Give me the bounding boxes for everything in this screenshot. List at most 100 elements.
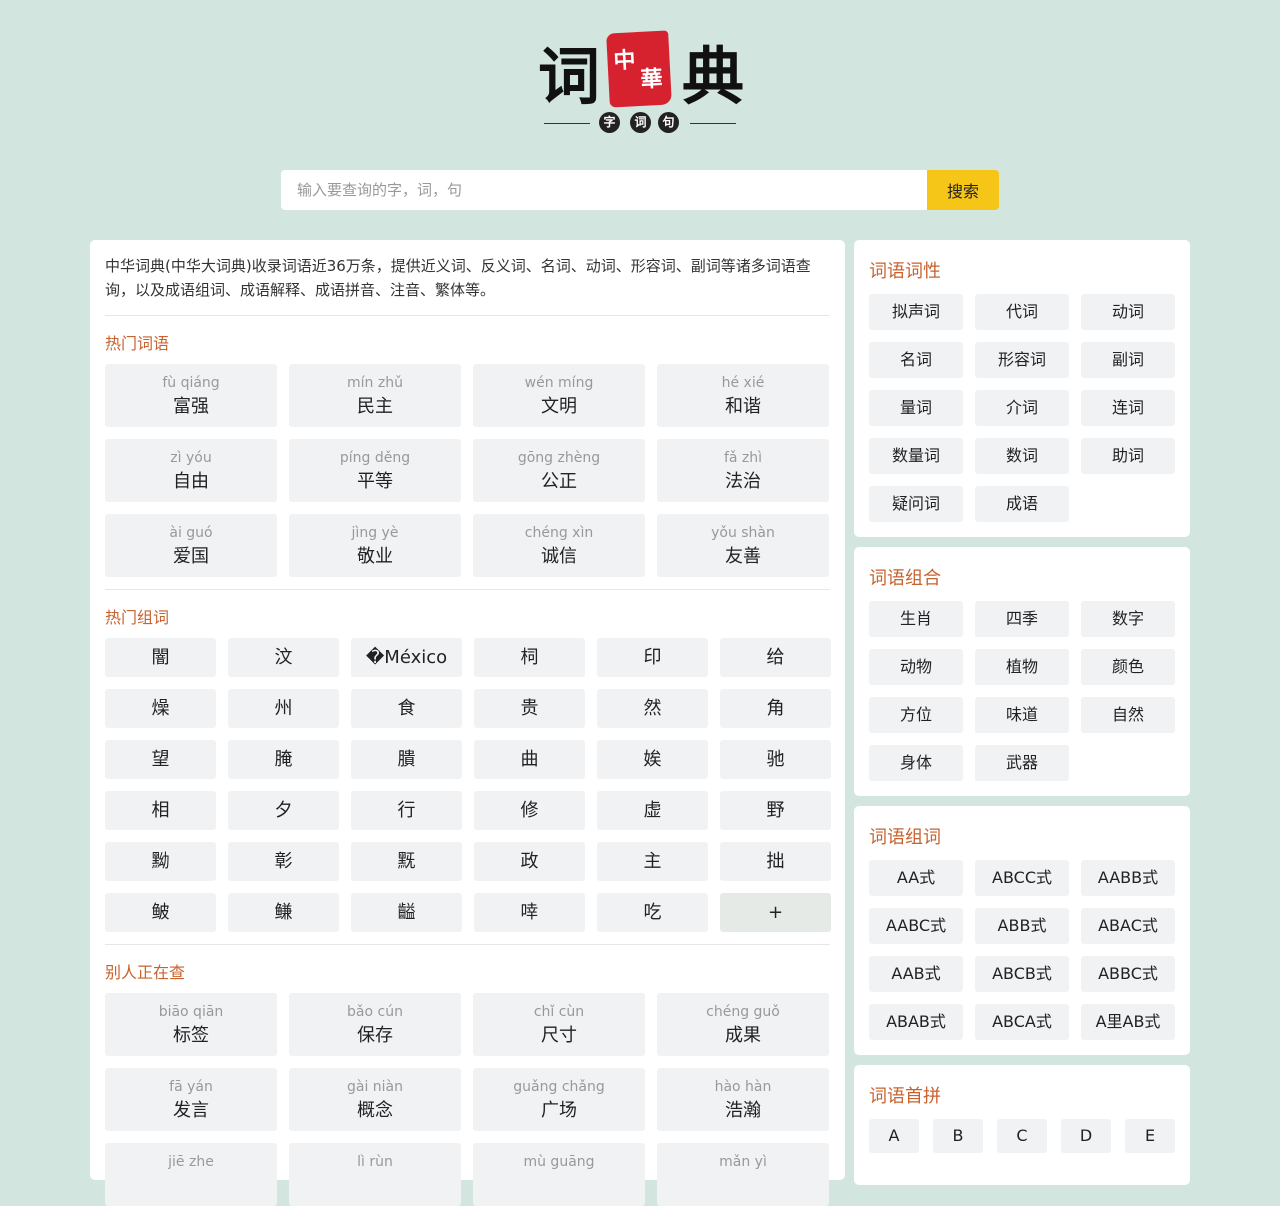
pattern-link[interactable]: ABAB式 <box>869 1004 963 1040</box>
pos-link[interactable]: 连词 <box>1081 390 1175 426</box>
pattern-link[interactable]: A里AB式 <box>1081 1004 1175 1040</box>
initial-letter-link[interactable]: D <box>1061 1119 1111 1153</box>
pos-link[interactable]: 量词 <box>869 390 963 426</box>
pattern-link[interactable]: AAB式 <box>869 956 963 992</box>
more-chars-button[interactable]: + <box>720 893 831 932</box>
hot-char-button[interactable]: 啈 <box>474 893 585 932</box>
combo-link[interactable]: 动物 <box>869 649 963 685</box>
combo-link[interactable]: 身体 <box>869 745 963 781</box>
pos-link[interactable]: 名词 <box>869 342 963 378</box>
hot-char-button[interactable]: 然 <box>597 689 708 728</box>
hot-char-button[interactable]: 娭 <box>597 740 708 779</box>
hot-char-button[interactable]: 相 <box>105 791 216 830</box>
hot-char-button[interactable]: �México <box>351 638 462 677</box>
hot-char-button[interactable]: 夕 <box>228 791 339 830</box>
hot-char-button[interactable]: 拙 <box>720 842 831 881</box>
combo-link[interactable]: 生肖 <box>869 601 963 637</box>
hot-char-button[interactable]: 黖 <box>351 842 462 881</box>
combo-link[interactable]: 颜色 <box>1081 649 1175 685</box>
word-card[interactable]: fǎ zhì 法治 <box>657 439 829 502</box>
word-card[interactable]: jìng yè 敬业 <box>289 514 461 577</box>
word-card[interactable]: guǎng chǎng 广场 <box>473 1068 645 1131</box>
pattern-link[interactable]: AABC式 <box>869 908 963 944</box>
word-card[interactable]: chǐ cùn 尺寸 <box>473 993 645 1056</box>
combo-link[interactable]: 味道 <box>975 697 1069 733</box>
hot-char-button[interactable]: 角 <box>720 689 831 728</box>
hot-char-button[interactable]: 黝 <box>105 842 216 881</box>
pattern-link[interactable]: AABB式 <box>1081 860 1175 896</box>
hot-char-button[interactable]: 主 <box>597 842 708 881</box>
hot-char-button[interactable]: 贵 <box>474 689 585 728</box>
hot-char-button[interactable]: 柌 <box>474 638 585 677</box>
combo-link[interactable]: 方位 <box>869 697 963 733</box>
combo-link[interactable]: 数字 <box>1081 601 1175 637</box>
hot-char-button[interactable]: 驰 <box>720 740 831 779</box>
search-input[interactable] <box>281 170 927 210</box>
pos-link[interactable]: 形容词 <box>975 342 1069 378</box>
hot-char-button[interactable]: 曲 <box>474 740 585 779</box>
hot-char-button[interactable]: 燥 <box>105 689 216 728</box>
search-button[interactable]: 搜索 <box>927 170 999 210</box>
word-card[interactable]: biāo qiān 标签 <box>105 993 277 1056</box>
pos-link[interactable]: 介词 <box>975 390 1069 426</box>
word-card[interactable]: chéng guǒ 成果 <box>657 993 829 1056</box>
combo-link[interactable]: 植物 <box>975 649 1069 685</box>
hot-char-button[interactable]: 修 <box>474 791 585 830</box>
hot-char-button[interactable]: 行 <box>351 791 462 830</box>
word-card[interactable]: wén míng 文明 <box>473 364 645 427</box>
pattern-link[interactable]: ABCA式 <box>975 1004 1069 1040</box>
pattern-link[interactable]: ABB式 <box>975 908 1069 944</box>
site-logo[interactable]: 词 中 華 典 字 词 句 <box>536 28 744 136</box>
pos-link[interactable]: 代词 <box>975 294 1069 330</box>
hot-char-button[interactable]: 虚 <box>597 791 708 830</box>
pos-link[interactable]: 助词 <box>1081 438 1175 474</box>
pos-link[interactable]: 数词 <box>975 438 1069 474</box>
word-card[interactable]: ài guó 爱国 <box>105 514 277 577</box>
hot-char-button[interactable]: 腌 <box>228 740 339 779</box>
hot-char-button[interactable]: 鳒 <box>228 893 339 932</box>
hot-char-button[interactable]: 鲏 <box>105 893 216 932</box>
word-card[interactable]: lì rùn <box>289 1143 461 1206</box>
hot-char-button[interactable]: 州 <box>228 689 339 728</box>
initial-letter-link[interactable]: A <box>869 1119 919 1153</box>
word-card[interactable]: píng děng 平等 <box>289 439 461 502</box>
initial-letter-link[interactable]: B <box>933 1119 983 1153</box>
hot-char-button[interactable]: 政 <box>474 842 585 881</box>
pos-link[interactable]: 动词 <box>1081 294 1175 330</box>
pos-link[interactable]: 副词 <box>1081 342 1175 378</box>
word-card[interactable]: bǎo cún 保存 <box>289 993 461 1056</box>
word-card[interactable]: gōng zhèng 公正 <box>473 439 645 502</box>
hot-char-button[interactable]: 膭 <box>351 740 462 779</box>
word-card[interactable]: fā yán 发言 <box>105 1068 277 1131</box>
word-card[interactable]: yǒu shàn 友善 <box>657 514 829 577</box>
pattern-link[interactable]: AA式 <box>869 860 963 896</box>
word-card[interactable]: zì yóu 自由 <box>105 439 277 502</box>
pos-link[interactable]: 疑问词 <box>869 486 963 522</box>
initial-letter-link[interactable]: C <box>997 1119 1047 1153</box>
word-card[interactable]: gài niàn 概念 <box>289 1068 461 1131</box>
pattern-link[interactable]: ABCC式 <box>975 860 1069 896</box>
hot-char-button[interactable]: 望 <box>105 740 216 779</box>
hot-char-button[interactable]: 给 <box>720 638 831 677</box>
word-card[interactable]: mù guāng <box>473 1143 645 1206</box>
combo-link[interactable]: 自然 <box>1081 697 1175 733</box>
hot-char-button[interactable]: 闇 <box>105 638 216 677</box>
word-card[interactable]: mín zhǔ 民主 <box>289 364 461 427</box>
pos-link[interactable]: 数量词 <box>869 438 963 474</box>
hot-char-button[interactable]: 印 <box>597 638 708 677</box>
hot-char-button[interactable]: 吃 <box>597 893 708 932</box>
pattern-link[interactable]: ABAC式 <box>1081 908 1175 944</box>
word-card[interactable]: mǎn yì <box>657 1143 829 1206</box>
hot-char-button[interactable]: 野 <box>720 791 831 830</box>
pos-link[interactable]: 成语 <box>975 486 1069 522</box>
word-card[interactable]: fù qiáng 富强 <box>105 364 277 427</box>
initial-letter-link[interactable]: E <box>1125 1119 1175 1153</box>
combo-link[interactable]: 四季 <box>975 601 1069 637</box>
word-card[interactable]: hào hàn 浩瀚 <box>657 1068 829 1131</box>
word-card[interactable]: hé xié 和谐 <box>657 364 829 427</box>
pattern-link[interactable]: ABBC式 <box>1081 956 1175 992</box>
word-card[interactable]: chéng xìn 诚信 <box>473 514 645 577</box>
hot-char-button[interactable]: 汶 <box>228 638 339 677</box>
pattern-link[interactable]: ABCB式 <box>975 956 1069 992</box>
hot-char-button[interactable]: 食 <box>351 689 462 728</box>
